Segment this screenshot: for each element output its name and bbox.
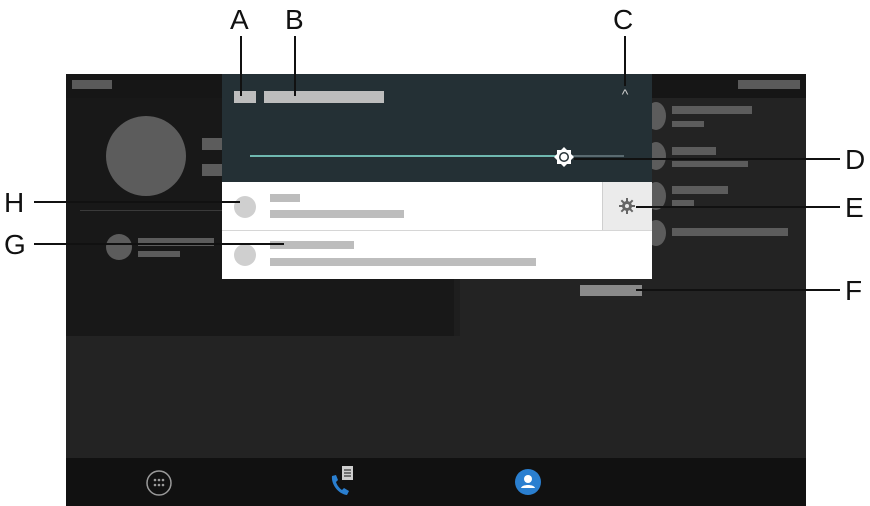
contact-avatar-large [106,116,186,196]
leader-b [294,36,296,96]
contact-icon [515,469,541,495]
leader-g [34,243,284,245]
notification-1-text [270,210,404,218]
left-list-subtitle [138,251,180,257]
callout-g: G [4,229,26,260]
callout-d: D [845,144,866,175]
notification-2-text [270,258,536,266]
brightness-icon [554,147,574,167]
callout-f: F [845,275,863,306]
action-button-placeholder[interactable] [580,285,642,296]
leader-a [240,36,242,96]
callout-e: E [845,192,864,223]
collapse-button[interactable]: ^ [617,86,633,102]
leader-c [624,36,626,86]
callout-c: C [613,4,634,35]
right-list-subtitle-2 [672,161,748,167]
callout-b: B [285,4,304,35]
phone-list-icon [331,466,353,495]
callout-h: H [4,187,25,218]
right-list-title-3 [672,186,728,194]
right-list-title-2 [672,147,716,155]
leader-f [636,289,840,291]
contact-name-placeholder [202,138,222,150]
notification-2-icon [234,244,256,266]
notification-card-2[interactable] [222,231,652,279]
notification-1-icon [234,196,256,218]
brightness-thumb[interactable] [554,147,574,167]
right-list-title-1 [672,106,752,114]
bottom-nav-bar [66,458,806,506]
gear-icon [619,198,635,214]
callout-a: A [230,4,249,35]
notification-1-title [270,194,300,202]
apps-icon [146,470,172,496]
notification-card-1[interactable] [222,182,602,230]
brightness-track-filled [250,155,564,157]
panel-status-icon [234,91,256,103]
apps-button[interactable] [146,470,172,496]
leader-h [34,201,240,203]
phone-list-button[interactable] [328,464,358,498]
leader-d [574,158,840,160]
left-list-avatar [106,234,132,260]
contact-button[interactable] [514,468,542,496]
left-divider [80,210,222,211]
panel-status-text [264,91,384,103]
right-list-subtitle-1 [672,121,704,127]
left-header-text [72,80,112,89]
right-list-title-4 [672,228,788,236]
right-header-text [738,80,800,89]
contact-number-placeholder [202,164,222,176]
leader-e [636,206,840,208]
lower-left-pane [66,336,460,458]
